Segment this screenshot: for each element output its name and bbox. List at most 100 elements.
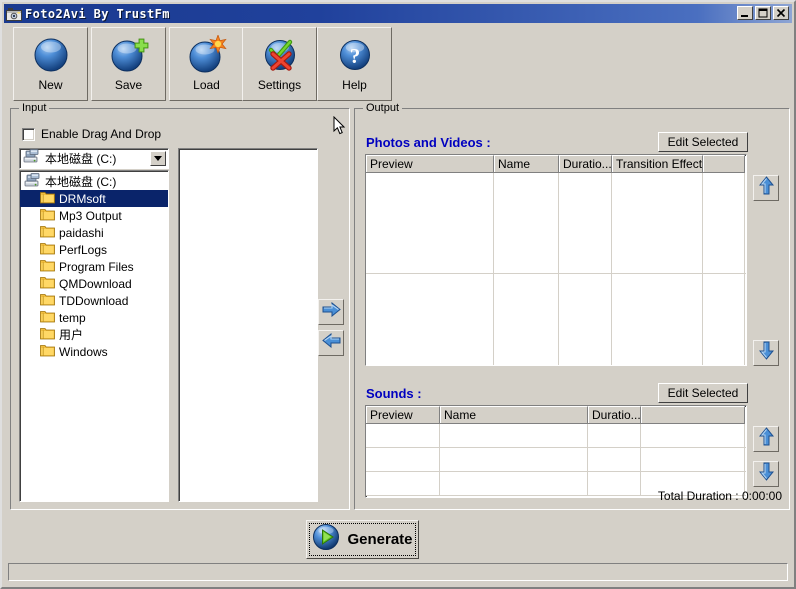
drive-select[interactable]: 本地磁盘 (C:) (19, 148, 169, 169)
enable-drag-and-drop-label: Enable Drag And Drop (41, 127, 162, 141)
folder-tree[interactable]: 本地磁盘 (C:) DRMsoft Mp3 Output paidashi PerfL… (19, 170, 169, 502)
column-header-blank[interactable] (641, 406, 745, 424)
chevron-down-icon[interactable] (150, 151, 166, 166)
tree-item-drmsoft[interactable]: DRMsoft (20, 190, 168, 207)
edit-selected-photos-button[interactable]: Edit Selected (658, 132, 748, 152)
tree-item-program-files[interactable]: Program Files (20, 258, 168, 275)
table-cell (559, 173, 612, 273)
arrow-down-icon (758, 462, 774, 486)
table-cell (494, 173, 559, 273)
table-cell (612, 173, 703, 273)
load-button[interactable]: Load (169, 27, 244, 101)
tree-root-node[interactable]: 本地磁盘 (C:) (20, 172, 168, 191)
window-title: Foto2Avi By TrustFm (25, 6, 170, 21)
tree-item-qmdownload[interactable]: QMDownload (20, 275, 168, 292)
load-button-label: Load (193, 78, 220, 92)
settings-button-label: Settings (257, 78, 302, 92)
table-cell (440, 472, 588, 495)
tree-item-tddownload[interactable]: TDDownload (20, 292, 168, 309)
photos-move-down-button[interactable] (753, 340, 779, 366)
table-row[interactable] (366, 274, 746, 365)
enable-drag-and-drop-checkbox[interactable]: Enable Drag And Drop (22, 127, 161, 141)
checkbox-box (22, 127, 35, 141)
minimize-button[interactable] (737, 6, 753, 20)
column-header-blank[interactable] (703, 155, 745, 173)
table-cell (366, 173, 494, 273)
tree-item-label: DRMsoft (59, 191, 106, 206)
tree-item-perflogs[interactable]: PerfLogs (20, 241, 168, 258)
svg-text:?: ? (349, 44, 360, 68)
question-mark-icon: ? (335, 35, 375, 75)
help-button-label: Help (342, 78, 367, 92)
sounds-title: Sounds : (366, 386, 422, 401)
tree-item-mp3-output[interactable]: Mp3 Output (20, 207, 168, 224)
tree-item-temp[interactable]: temp (20, 309, 168, 326)
add-files-button[interactable] (318, 299, 344, 325)
close-button[interactable] (773, 6, 789, 20)
arrow-right-icon (322, 301, 341, 322)
new-button[interactable]: New (13, 27, 88, 101)
table-row[interactable] (366, 173, 746, 274)
sounds-grid-header: Preview Name Duratio... (366, 406, 746, 424)
folder-icon (40, 241, 55, 258)
column-header-duratio[interactable]: Duratio... (559, 155, 612, 173)
table-cell (588, 448, 641, 471)
tree-item-label: Windows (59, 344, 108, 359)
folder-icon (40, 326, 55, 343)
output-group-label: Output (363, 102, 403, 114)
file-list[interactable] (178, 148, 318, 502)
tree-item-label: QMDownload (59, 276, 132, 291)
tree-item-label: Mp3 Output (59, 208, 122, 223)
tree-item-label: 用户 (59, 328, 84, 342)
sounds-move-up-button[interactable] (753, 426, 779, 452)
sounds-move-down-button[interactable] (753, 461, 779, 487)
column-header-name[interactable]: Name (494, 155, 559, 173)
table-cell (703, 173, 745, 273)
drive-icon (23, 148, 40, 169)
sounds-grid[interactable]: Preview Name Duratio... (365, 405, 747, 498)
tree-item-windows[interactable]: Windows (20, 343, 168, 360)
save-button[interactable]: Save (91, 27, 166, 101)
help-button[interactable]: ? Help (317, 27, 392, 101)
blue-sphere-icon (31, 35, 71, 75)
maximize-button[interactable] (755, 6, 771, 20)
column-header-transition-effect[interactable]: Transition Effect (612, 155, 703, 173)
column-header-name[interactable]: Name (440, 406, 588, 424)
drive-select-value: 本地磁盘 (C:) (45, 152, 117, 166)
table-row[interactable] (366, 448, 746, 472)
remove-files-button[interactable] (318, 330, 344, 356)
column-header-duratio[interactable]: Duratio... (588, 406, 641, 424)
toolbar: New Save Load Settings ? Help (4, 25, 792, 103)
folder-icon (40, 224, 55, 241)
photos-and-videos-grid[interactable]: Preview Name Duratio... Transition Effect (365, 154, 747, 366)
edit-selected-sounds-button[interactable]: Edit Selected (658, 383, 748, 403)
column-header-preview[interactable]: Preview (366, 155, 494, 173)
tree-root-label: 本地磁盘 (C:) (45, 175, 117, 189)
photos-grid-header: Preview Name Duratio... Transition Effect (366, 155, 746, 173)
settings-button[interactable]: Settings (242, 27, 317, 101)
column-header-preview[interactable]: Preview (366, 406, 440, 424)
generate-button[interactable]: Generate (306, 520, 419, 559)
photos-move-up-button[interactable] (753, 175, 779, 201)
folder-icon (40, 309, 55, 326)
arrow-up-icon (758, 176, 774, 200)
sounds-grid-rows (366, 424, 746, 496)
save-button-label: Save (114, 78, 143, 92)
table-row[interactable] (366, 424, 746, 448)
tree-item-label: TDDownload (59, 293, 129, 308)
folder-icon (40, 207, 55, 224)
arrow-up-icon (758, 427, 774, 451)
table-cell (366, 472, 440, 495)
tree-item-paidashi[interactable]: paidashi (20, 224, 168, 241)
table-cell (440, 424, 588, 447)
arrow-down-icon (758, 341, 774, 365)
folder-icon (40, 343, 55, 360)
tree-item-label: PerfLogs (59, 242, 108, 257)
drive-icon (24, 172, 41, 191)
folder-icon (40, 190, 55, 207)
tree-item-label: Program Files (59, 259, 134, 274)
arrow-left-icon (321, 332, 341, 353)
table-cell (588, 424, 641, 447)
tree-item-用户[interactable]: 用户 (20, 326, 168, 343)
table-cell (612, 274, 703, 365)
